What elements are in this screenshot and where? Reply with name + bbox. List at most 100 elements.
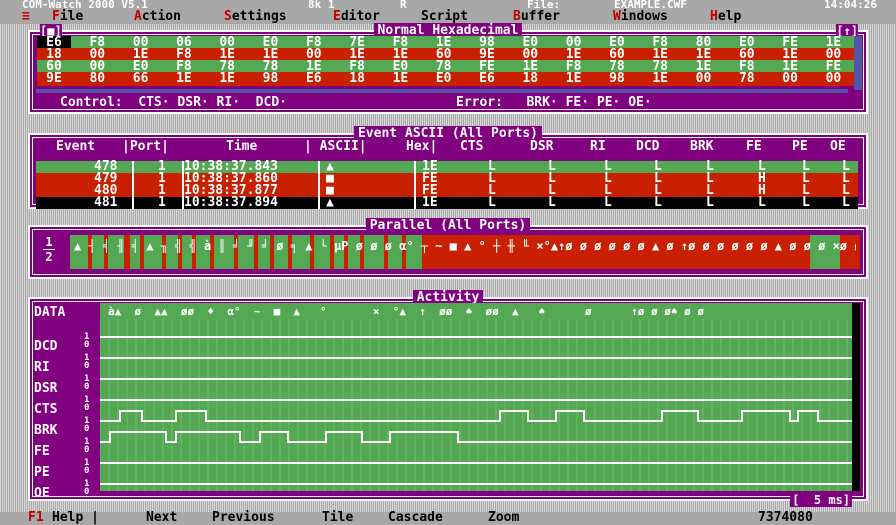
error-label: Error: — [456, 95, 503, 110]
cascade-command[interactable]: Cascade — [388, 511, 443, 524]
hex-byte[interactable]: 1E — [383, 72, 417, 86]
level-low-label: 0 — [84, 487, 90, 497]
menu-editor[interactable]: Editor — [333, 10, 380, 24]
signal-label-brk: BRK — [34, 423, 58, 438]
column-divider — [414, 197, 416, 209]
vertical-scrollbar[interactable] — [854, 36, 862, 90]
menu-action[interactable]: Action — [134, 10, 181, 24]
menu-file-label: ile — [59, 9, 84, 24]
hex-byte[interactable]: E6 — [470, 72, 504, 86]
menu-script[interactable]: Script — [421, 10, 468, 24]
hex-byte[interactable]: 1E — [210, 72, 244, 86]
system-menu-icon[interactable]: ≡ — [22, 10, 30, 24]
table-row[interactable]: 481 1 10:38:37.894 ▲ 1E L L L L L L L L — [36, 195, 858, 210]
level-low-label: 0 — [84, 340, 90, 350]
activity-plot: à▲ ø ▲▲ øø ♦ α° ~ ■ ▲ ° × °▲ ↑ øø ♠ øø ▲… — [100, 303, 860, 491]
column-header: Event — [56, 139, 96, 154]
menu-bar: ≡ File Action Settings Editor Script Buf… — [0, 10, 896, 24]
menu-help-hotkey: H — [710, 9, 718, 24]
error-signals: BRK· FE· PE· OE· — [526, 95, 652, 110]
cell-cts: L — [488, 195, 496, 210]
menu-windows-label: indows — [620, 9, 668, 24]
cell-dsr: L — [548, 195, 556, 210]
error-line: Error: BRK· FE· PE· OE· — [456, 95, 652, 110]
menu-editor-hotkey: E — [333, 9, 341, 24]
menu-action-label: ction — [141, 9, 181, 24]
f1-key[interactable]: F1 — [28, 511, 44, 524]
level-low-label: 0 — [84, 424, 90, 434]
signal-label-dcd: DCD — [34, 339, 58, 354]
signal-label-pe: PE — [34, 465, 50, 480]
hex-byte[interactable]: 1E — [167, 72, 201, 86]
previous-command[interactable]: Previous — [212, 511, 275, 524]
port-indicator: 1 2 — [34, 235, 64, 269]
time-scale[interactable]: [ 5 ms] — [790, 493, 852, 507]
column-divider — [318, 197, 320, 209]
parallel-stream-text: ▲ ┤ ╡ ╢ ╡ ▲ ╖ ╣ ╣ à ║ ╛ ╜ ╛ ø ╕ ▲ └ µP ø… — [74, 239, 856, 253]
clock: 14:04:26 — [824, 0, 877, 11]
level-low-label: 0 — [84, 466, 90, 476]
signal-label-fe: FE — [34, 444, 50, 459]
hex-byte[interactable]: 1E — [643, 72, 677, 86]
zoom-command[interactable]: Zoom — [488, 511, 519, 524]
menu-windows[interactable]: Windows — [613, 10, 668, 24]
column-header: RI — [590, 139, 606, 154]
hex-byte[interactable]: 00 — [687, 72, 721, 86]
data-row-label: DATA — [34, 305, 66, 320]
hex-byte[interactable]: 66 — [124, 72, 158, 86]
cell-fe: L — [758, 195, 766, 210]
mode-indicator: R — [400, 0, 407, 11]
cell-hex: 1E — [422, 195, 438, 210]
port-1-label: 1 — [45, 235, 53, 249]
next-command[interactable]: Next — [146, 511, 177, 524]
menu-script-label: Script — [421, 9, 468, 24]
control-line: Control: CTS· DSR· RI· DCD· — [60, 95, 287, 110]
signal-label-oe: OE — [34, 486, 50, 501]
column-header: PE — [792, 139, 808, 154]
hex-byte[interactable]: 98 — [254, 72, 288, 86]
menu-settings[interactable]: Settings — [224, 10, 287, 24]
plot-right-edge — [852, 303, 860, 491]
column-divider — [132, 185, 134, 197]
level-low-label: 0 — [84, 445, 90, 455]
column-divider — [318, 161, 320, 173]
parallel-window: Parallel (All Ports) 1 2 ▲ ┤ ╡ ╢ ╡ ▲ ╖ ╣… — [28, 218, 868, 279]
menu-buffer[interactable]: Buffer — [513, 10, 560, 24]
menu-file[interactable]: File — [52, 10, 83, 24]
level-low-label: 0 — [84, 361, 90, 371]
tile-command[interactable]: Tile — [322, 511, 353, 524]
hex-byte[interactable]: 18 — [513, 72, 547, 86]
cell-time: 10:38:37.894 — [184, 195, 278, 210]
column-divider — [414, 173, 416, 185]
hex-window: Normal Hexadecimal [■] [↑] E6 F8 00 06 00 E0 F… — [28, 23, 868, 114]
hex-byte[interactable]: 18 — [340, 72, 374, 86]
column-divider — [132, 161, 134, 173]
menu-help[interactable]: Help — [710, 10, 741, 24]
hex-byte[interactable]: 78 — [730, 72, 764, 86]
hex-byte[interactable]: 1E — [557, 72, 591, 86]
cell-oe: L — [842, 195, 850, 210]
menu-buffer-label: uffer — [520, 9, 560, 24]
menu-editor-label: ditor — [340, 9, 380, 24]
level-low-label: 0 — [84, 382, 90, 392]
hex-byte[interactable]: E0 — [427, 72, 461, 86]
status-bar: F1 Help | Next Previous Tile Cascade Zoo… — [0, 510, 896, 525]
help-command[interactable]: Help | — [52, 511, 99, 524]
column-header: Time — [226, 139, 258, 154]
hex-byte[interactable]: 98 — [600, 72, 634, 86]
column-header: CTS — [460, 139, 484, 154]
hex-byte[interactable]: 00 — [773, 72, 807, 86]
column-header: DCD — [636, 139, 660, 154]
cell-brk: L — [706, 195, 714, 210]
hex-byte[interactable]: E6 — [297, 72, 331, 86]
hex-byte[interactable]: 00 — [816, 72, 850, 86]
hex-byte[interactable]: 9E — [37, 72, 71, 86]
byte-counter: 7374080 — [758, 510, 813, 525]
cell-event: 481 — [94, 195, 118, 210]
column-divider — [414, 185, 416, 197]
column-header: OE — [830, 139, 846, 154]
app-title: COM-Watch 2000 V5.1 — [22, 0, 148, 11]
hex-byte[interactable]: 80 — [80, 72, 114, 86]
signal-label-cts: CTS — [34, 402, 58, 417]
horizontal-scrollbar[interactable] — [36, 89, 848, 93]
